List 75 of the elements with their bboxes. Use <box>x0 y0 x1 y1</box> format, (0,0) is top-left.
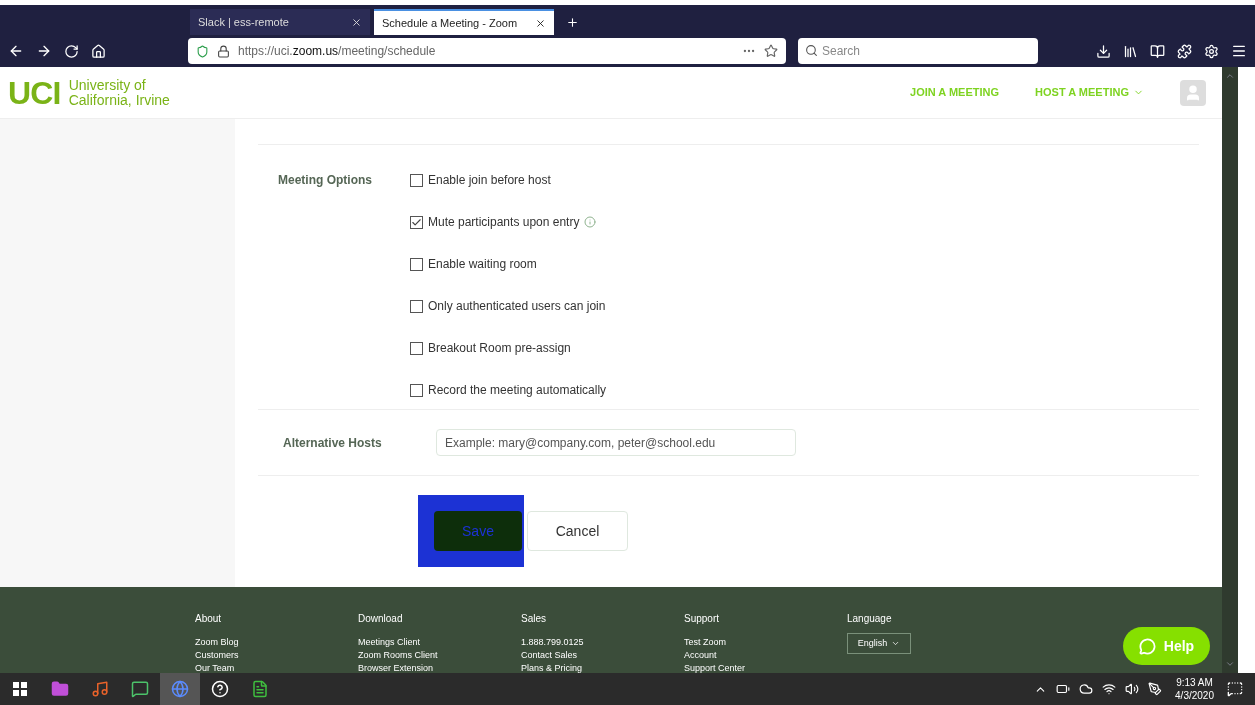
address-bar[interactable]: https://uci.zoom.us/meeting/schedule <box>188 38 786 64</box>
pen-icon[interactable] <box>1148 682 1163 696</box>
music-icon[interactable] <box>91 680 109 698</box>
forward-icon[interactable] <box>36 43 52 59</box>
battery-icon[interactable] <box>1056 682 1071 696</box>
footer-heading: Download <box>358 612 404 626</box>
search-icon <box>805 44 818 57</box>
download-icon[interactable] <box>1096 43 1111 59</box>
checkbox[interactable] <box>410 215 423 229</box>
clock-date[interactable]: 4/3/2020 <box>1175 689 1214 702</box>
checkbox[interactable] <box>410 383 423 397</box>
footer-link[interactable]: Plans & Pricing <box>521 662 684 675</box>
option-label: Mute participants upon entry <box>428 214 580 231</box>
back-icon[interactable] <box>8 43 24 59</box>
footer-heading: About <box>195 612 223 626</box>
url-text: https://uci.zoom.us/meeting/schedule <box>238 43 437 60</box>
logo-text: University of California, Irvine <box>68 77 170 108</box>
cloud-icon[interactable] <box>1079 682 1094 696</box>
option-label: Only authenticated users can join <box>428 298 606 315</box>
option-label: Enable waiting room <box>428 256 537 273</box>
footer-link[interactable]: Zoom Rooms Client <box>358 649 521 662</box>
footer-link[interactable]: Account <box>684 649 847 662</box>
reload-icon[interactable] <box>64 43 79 59</box>
reader-icon[interactable] <box>1150 43 1165 59</box>
footer-heading: Sales <box>521 612 547 626</box>
section-label: Meeting Options <box>277 172 373 189</box>
new-tab-icon[interactable] <box>566 16 579 29</box>
footer-link[interactable]: Browser Extension <box>358 662 521 675</box>
option-label: Breakout Room pre-assign <box>428 340 571 357</box>
language-dropdown[interactable]: English <box>847 633 911 654</box>
check-icon <box>411 216 422 228</box>
section-label: Alternative Hosts <box>282 434 383 452</box>
footer-heading: Support <box>684 612 721 626</box>
close-icon[interactable] <box>535 17 546 29</box>
footer-link[interactable]: Test Zoom <box>684 636 847 649</box>
footer-link[interactable]: Meetings Client <box>358 636 521 649</box>
wifi-icon[interactable] <box>1102 682 1117 696</box>
notification-icon[interactable] <box>1227 681 1243 697</box>
cancel-button[interactable]: Cancel <box>527 511 628 551</box>
library-icon[interactable] <box>1123 43 1138 59</box>
clock-time[interactable]: 9:13 AM <box>1176 676 1213 689</box>
folder-icon[interactable] <box>51 680 69 698</box>
lock-icon <box>217 44 230 58</box>
search-field[interactable]: Search <box>798 38 1038 64</box>
footer-link[interactable]: Customers <box>195 649 358 662</box>
menu-icon[interactable] <box>1231 43 1247 59</box>
chat-app-icon[interactable] <box>131 680 149 698</box>
footer-link[interactable]: Support Center <box>684 662 847 675</box>
home-icon[interactable] <box>91 43 106 59</box>
volume-icon[interactable] <box>1125 682 1140 696</box>
tab-title: Schedule a Meeting - Zoom <box>382 15 518 31</box>
settings-icon[interactable] <box>1204 43 1219 59</box>
chat-icon <box>1138 637 1156 655</box>
checkbox[interactable] <box>410 173 423 187</box>
caret-icon <box>891 639 901 648</box>
checkbox[interactable] <box>410 299 423 313</box>
footer-heading: Language <box>847 612 893 626</box>
footer-link[interactable]: Our Team <box>195 662 358 675</box>
option-label: Record the meeting automatically <box>428 382 607 399</box>
checkbox[interactable] <box>410 341 423 355</box>
document-icon[interactable] <box>251 680 269 698</box>
option-label: Enable join before host <box>428 172 551 189</box>
puzzle-icon[interactable] <box>1177 43 1192 59</box>
tab-title: Slack | ess-remote <box>198 14 289 30</box>
footer-link[interactable]: Zoom Blog <box>195 636 358 649</box>
user-icon <box>1184 83 1202 102</box>
input-field[interactable]: Example: mary@company.com, peter@school.edu <box>436 429 796 456</box>
close-icon[interactable] <box>351 16 362 28</box>
footer-link[interactable]: 1.888.799.0125 <box>521 636 684 649</box>
star-icon[interactable] <box>764 44 778 58</box>
browser-tab[interactable]: Slack | ess-remote <box>190 9 370 35</box>
footer-link[interactable]: Contact Sales <box>521 649 684 662</box>
checkbox[interactable] <box>410 257 423 271</box>
shield-icon <box>196 44 209 58</box>
browser-tab[interactable]: Schedule a Meeting - Zoom <box>374 9 554 35</box>
